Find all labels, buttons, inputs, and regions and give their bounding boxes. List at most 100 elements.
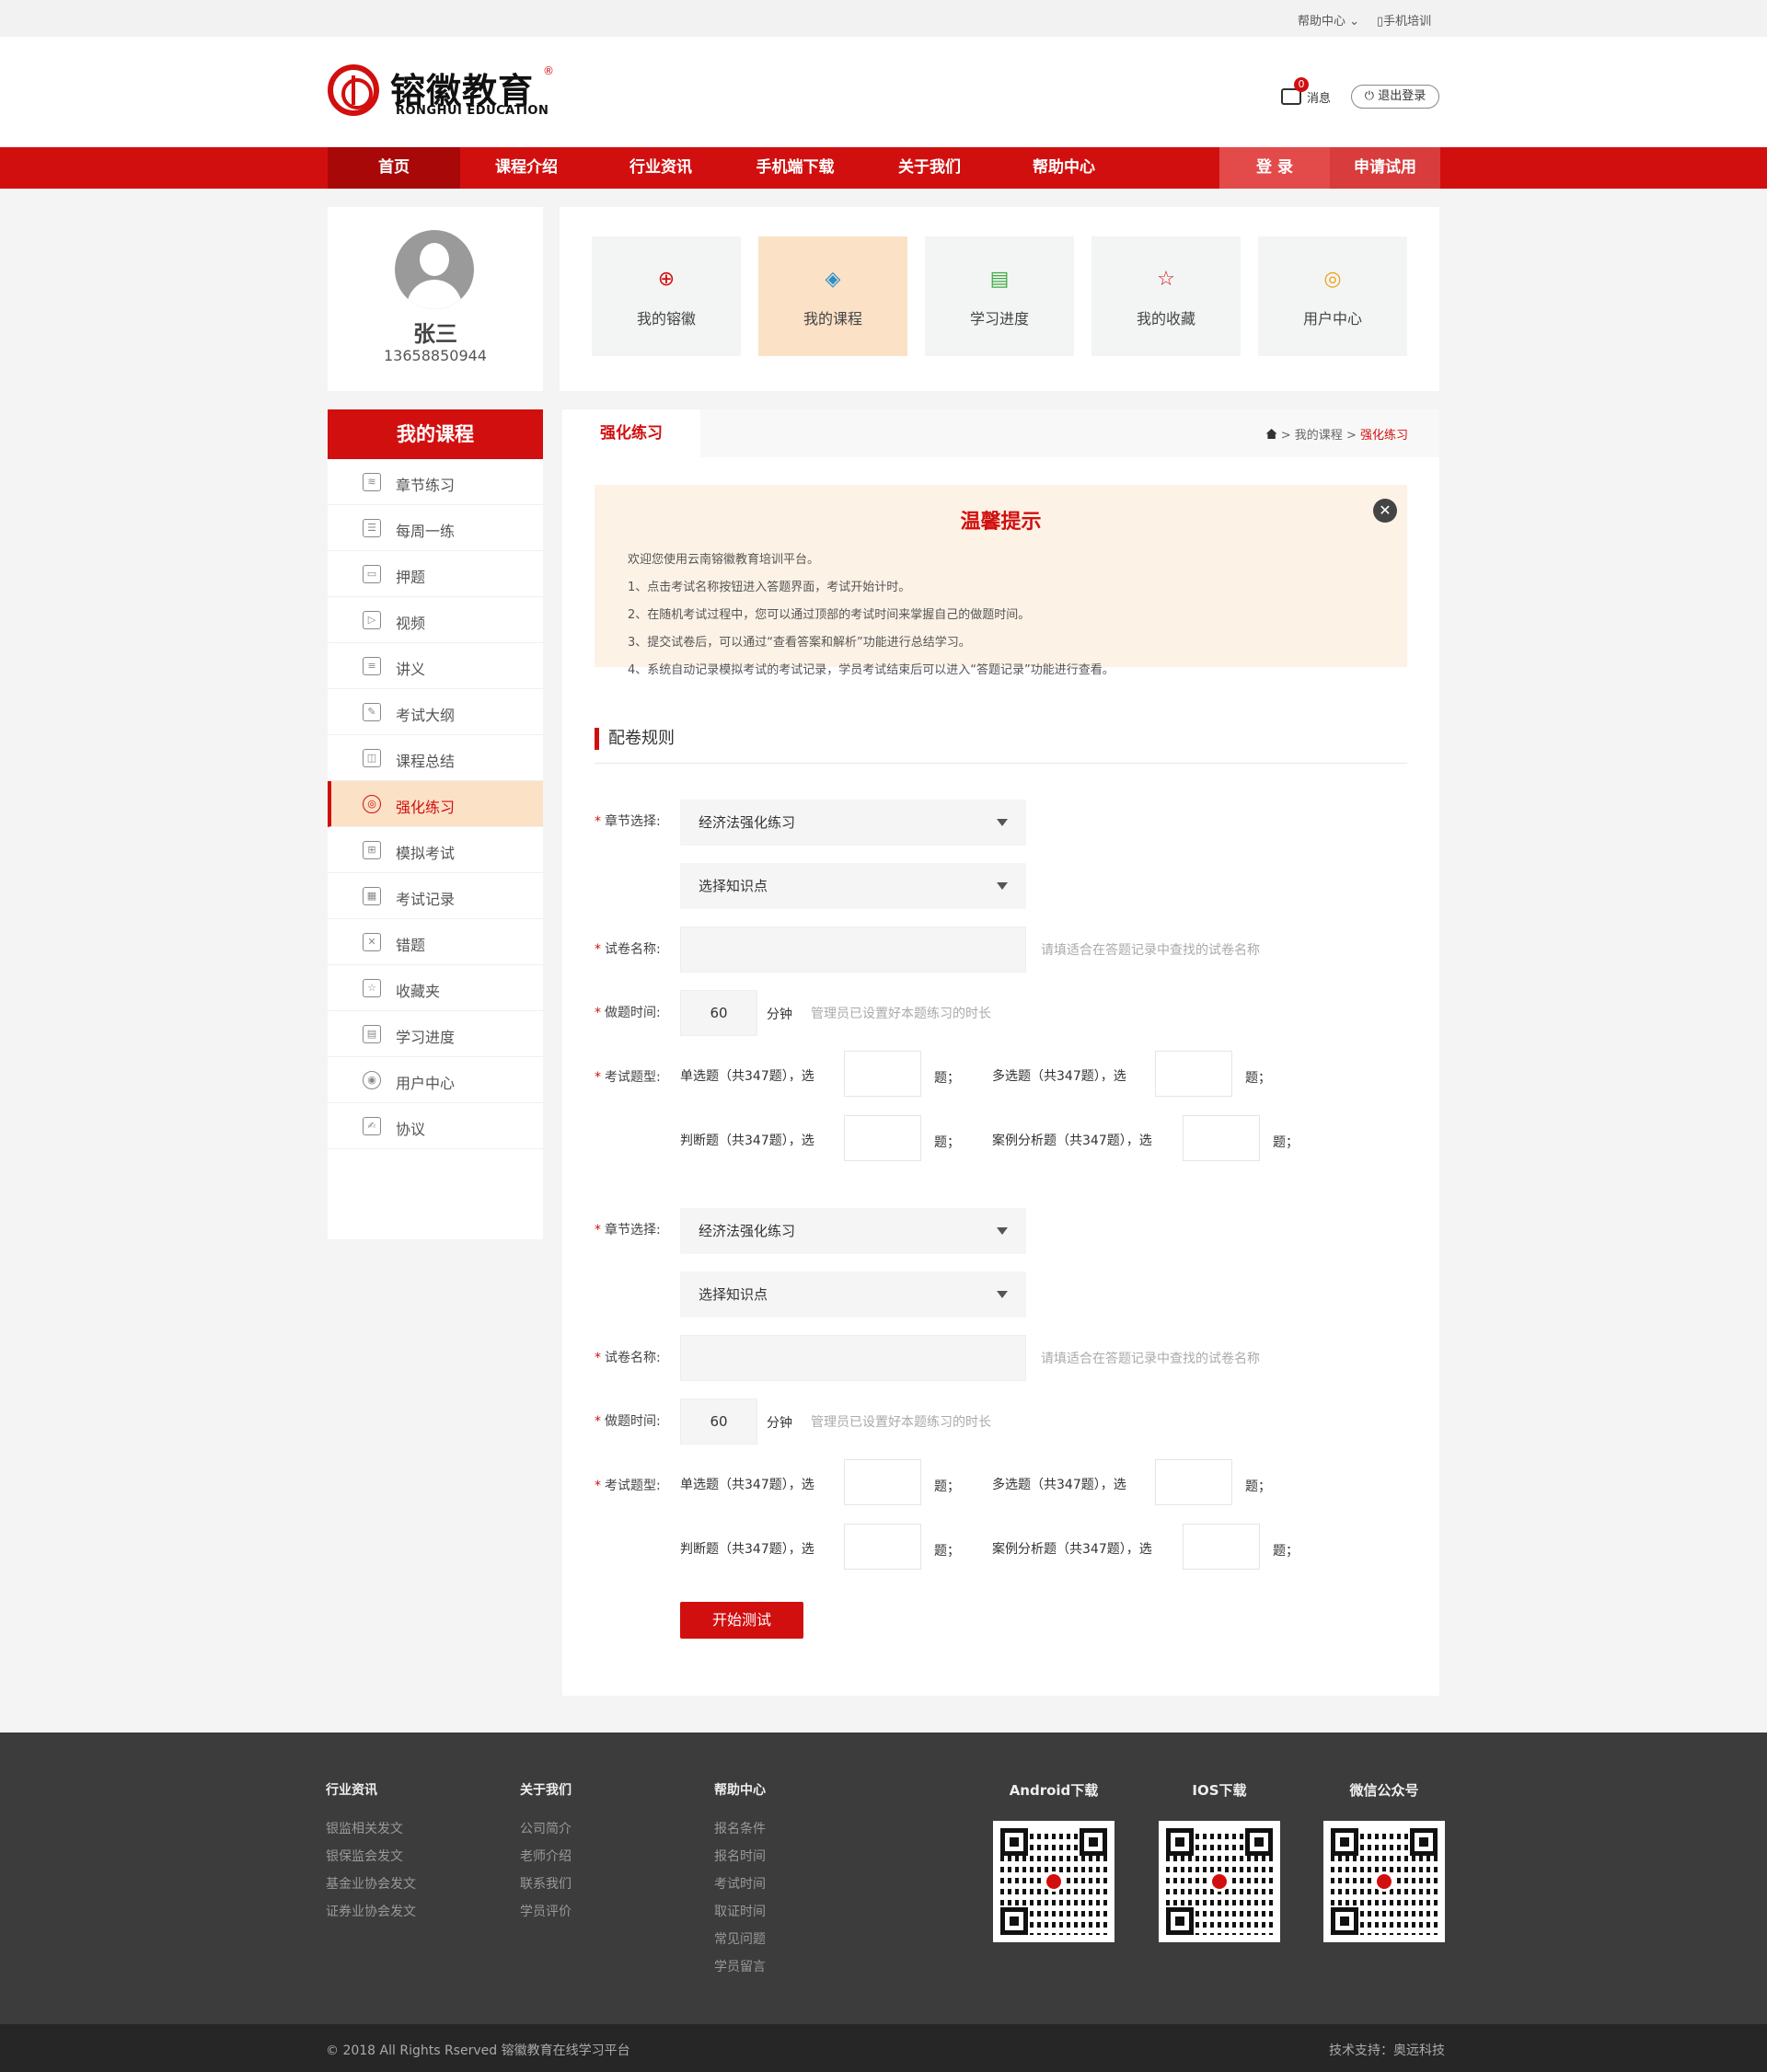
star-icon: ☆ (1157, 268, 1175, 291)
sidebar-item-mock-exam[interactable]: ⊞ 模拟考试 (328, 827, 543, 873)
knowledge-select[interactable]: 选择知识点 (680, 863, 1026, 909)
footer-link[interactable]: 常见问题 (714, 1929, 766, 1948)
document-icon: ▭ (363, 565, 381, 583)
trial-button[interactable]: 申请试用 (1330, 147, 1440, 189)
footer-link[interactable]: 联系我们 (520, 1874, 572, 1893)
sidebar-item-intensive[interactable]: ◎ 强化练习 (328, 781, 543, 827)
user-name: 张三 (413, 321, 457, 347)
nav-item-courses[interactable]: 课程介绍 (460, 147, 593, 189)
tab-bar: 强化练习 > 我的课程 > 强化练习 (562, 409, 1439, 457)
login-button[interactable]: 登 录 (1219, 147, 1330, 189)
nav-item-about[interactable]: 关于我们 (863, 147, 996, 189)
chapter-select[interactable]: 经济法强化练习 (680, 800, 1026, 846)
sidebar-item-favorites[interactable]: ☆ 收藏夹 (328, 965, 543, 1011)
message-label[interactable]: 消息 (1307, 88, 1331, 106)
footer-link[interactable]: 银保监会发文 (326, 1847, 403, 1865)
sidebar-item-user-center[interactable]: ◉ 用户中心 (328, 1057, 543, 1103)
sidebar-item-progress[interactable]: ▤ 学习进度 (328, 1011, 543, 1057)
sidebar-item-predict[interactable]: ▭ 押题 (328, 551, 543, 597)
chapter-select[interactable]: 经济法强化练习 (680, 1208, 1026, 1254)
paper-name-input[interactable] (680, 1335, 1026, 1381)
section-title: 配卷规则 (595, 728, 675, 750)
sidebar-item-chapter-practice[interactable]: ≋ 章节练习 (328, 459, 543, 505)
paper-name-input[interactable] (680, 927, 1026, 973)
avatar[interactable] (395, 230, 474, 309)
time-unit: 分钟 (767, 1416, 792, 1431)
time-input[interactable]: 60 (680, 1399, 757, 1445)
power-icon: ⏻ (1364, 89, 1375, 103)
nav-item-mobile-download[interactable]: 手机端下载 (729, 147, 861, 189)
notice-box: 温馨提示 ✕ 欢迎您使用云南镕徽教育培训平台。 1、点击考试名称按钮进入答题界面… (595, 485, 1407, 677)
start-test-button[interactable]: 开始测试 (680, 1602, 803, 1639)
footer-link[interactable]: 证券业协会发文 (326, 1902, 416, 1920)
time-input[interactable]: 60 (680, 990, 757, 1036)
nav-item-home[interactable]: 首页 (328, 147, 460, 189)
qr-title-android: Android下载 (1009, 1782, 1099, 1799)
qr-code-ios[interactable] (1159, 1821, 1280, 1942)
sidebar-item-agreement[interactable]: ✍ 协议 (328, 1103, 543, 1149)
copyright-bar: © 2018 All Rights Rserved 镕徽教育在线学习平台 技术支… (0, 2024, 1767, 2072)
footer-link[interactable]: 基金业协会发文 (326, 1874, 416, 1893)
footer-link[interactable]: 考试时间 (714, 1874, 766, 1893)
sidebar-item-handout[interactable]: ≡ 讲义 (328, 643, 543, 689)
section-divider (595, 763, 1407, 764)
sidebar-item-syllabus[interactable]: ✎ 考试大纲 (328, 689, 543, 735)
footer-link[interactable]: 学员评价 (520, 1902, 572, 1920)
sidebar-item-exam-records[interactable]: ▦ 考试记录 (328, 873, 543, 919)
mobile-training-link[interactable]: ▯手机培训 (1377, 11, 1431, 29)
judge-count-input[interactable] (844, 1115, 921, 1161)
tech-support-text: 技术支持：奥远科技 (1329, 2043, 1445, 2058)
tab-intensive-practice[interactable]: 强化练习 (562, 409, 700, 457)
sidebar-item-video[interactable]: ▷ 视频 (328, 597, 543, 643)
user-phone: 13658850944 (384, 347, 487, 364)
sidebar-item-summary[interactable]: ◫ 课程总结 (328, 735, 543, 781)
nav-item-help[interactable]: 帮助中心 (998, 147, 1130, 189)
qr-code-android[interactable] (993, 1821, 1114, 1942)
footer-link[interactable]: 取证时间 (714, 1902, 766, 1920)
tile-my-ronghui[interactable]: ⊕ 我的镕徽 (592, 236, 741, 356)
help-center-link[interactable]: 帮助中心 ⌄ (1298, 11, 1359, 29)
multi-choice-count-input[interactable] (1155, 1459, 1232, 1505)
ronghui-logo-icon[interactable] (328, 64, 379, 116)
multi-choice-label: 多选题（共347题），选 (992, 1478, 1126, 1492)
footer-link[interactable]: 公司简介 (520, 1819, 572, 1837)
tile-favorites[interactable]: ☆ 我的收藏 (1091, 236, 1241, 356)
footer-link[interactable]: 报名条件 (714, 1819, 766, 1837)
footer-link[interactable]: 银监相关发文 (326, 1819, 403, 1837)
tile-progress[interactable]: ▤ 学习进度 (925, 236, 1074, 356)
sidebar-item-weekly[interactable]: ☰ 每周一练 (328, 505, 543, 551)
breadcrumb-separator: > (1280, 429, 1295, 443)
case-analysis-count-input[interactable] (1183, 1524, 1260, 1570)
footer-link[interactable]: 老师介绍 (520, 1847, 572, 1865)
site-header (0, 37, 1767, 147)
case-analysis-count-input[interactable] (1183, 1115, 1260, 1161)
message-icon[interactable]: 0 (1281, 77, 1309, 107)
knowledge-select[interactable]: 选择知识点 (680, 1272, 1026, 1318)
tile-label: 学习进度 (969, 310, 1029, 328)
user-icon: ◉ (363, 1071, 381, 1089)
notice-line: 2、在随机考试过程中，您可以通过顶部的考试时间来掌握自己的做题时间。 (628, 608, 1031, 622)
multi-choice-count-input[interactable] (1155, 1051, 1232, 1097)
tile-user-center[interactable]: ◎ 用户中心 (1258, 236, 1407, 356)
sidebar-item-wrong-questions[interactable]: ✕ 错题 (328, 919, 543, 965)
breadcrumb-separator: > (1345, 429, 1360, 443)
home-icon[interactable] (1265, 429, 1277, 439)
footer-col-title: 关于我们 (520, 1783, 572, 1798)
notice-line: 4、系统自动记录模拟考试的考试记录，学员考试结束后可以进入“答题记录”功能进行查… (628, 663, 1114, 677)
list-icon: ☰ (363, 519, 381, 537)
main-nav: 首页 课程介绍 行业资讯 手机端下载 关于我们 帮助中心 登 录 申请试用 (0, 147, 1767, 189)
footer-link[interactable]: 学员留言 (714, 1957, 766, 1975)
judge-count-input[interactable] (844, 1524, 921, 1570)
qr-code-wechat[interactable] (1323, 1821, 1445, 1942)
single-choice-count-input[interactable] (844, 1051, 921, 1097)
breadcrumb-my-courses[interactable]: 我的课程 (1295, 429, 1343, 443)
tile-my-courses[interactable]: ◈ 我的课程 (758, 236, 907, 356)
close-icon[interactable]: ✕ (1373, 499, 1397, 523)
single-choice-count-input[interactable] (844, 1459, 921, 1505)
footer-link[interactable]: 报名时间 (714, 1847, 766, 1865)
logout-button[interactable]: ⏻ 退出登录 (1351, 85, 1439, 109)
top-utility-bar: 帮助中心 ⌄ ▯手机培训 (0, 0, 1767, 37)
sidebar-title: 我的课程 (328, 409, 543, 459)
video-icon: ▷ (363, 611, 381, 629)
nav-item-news[interactable]: 行业资讯 (595, 147, 727, 189)
